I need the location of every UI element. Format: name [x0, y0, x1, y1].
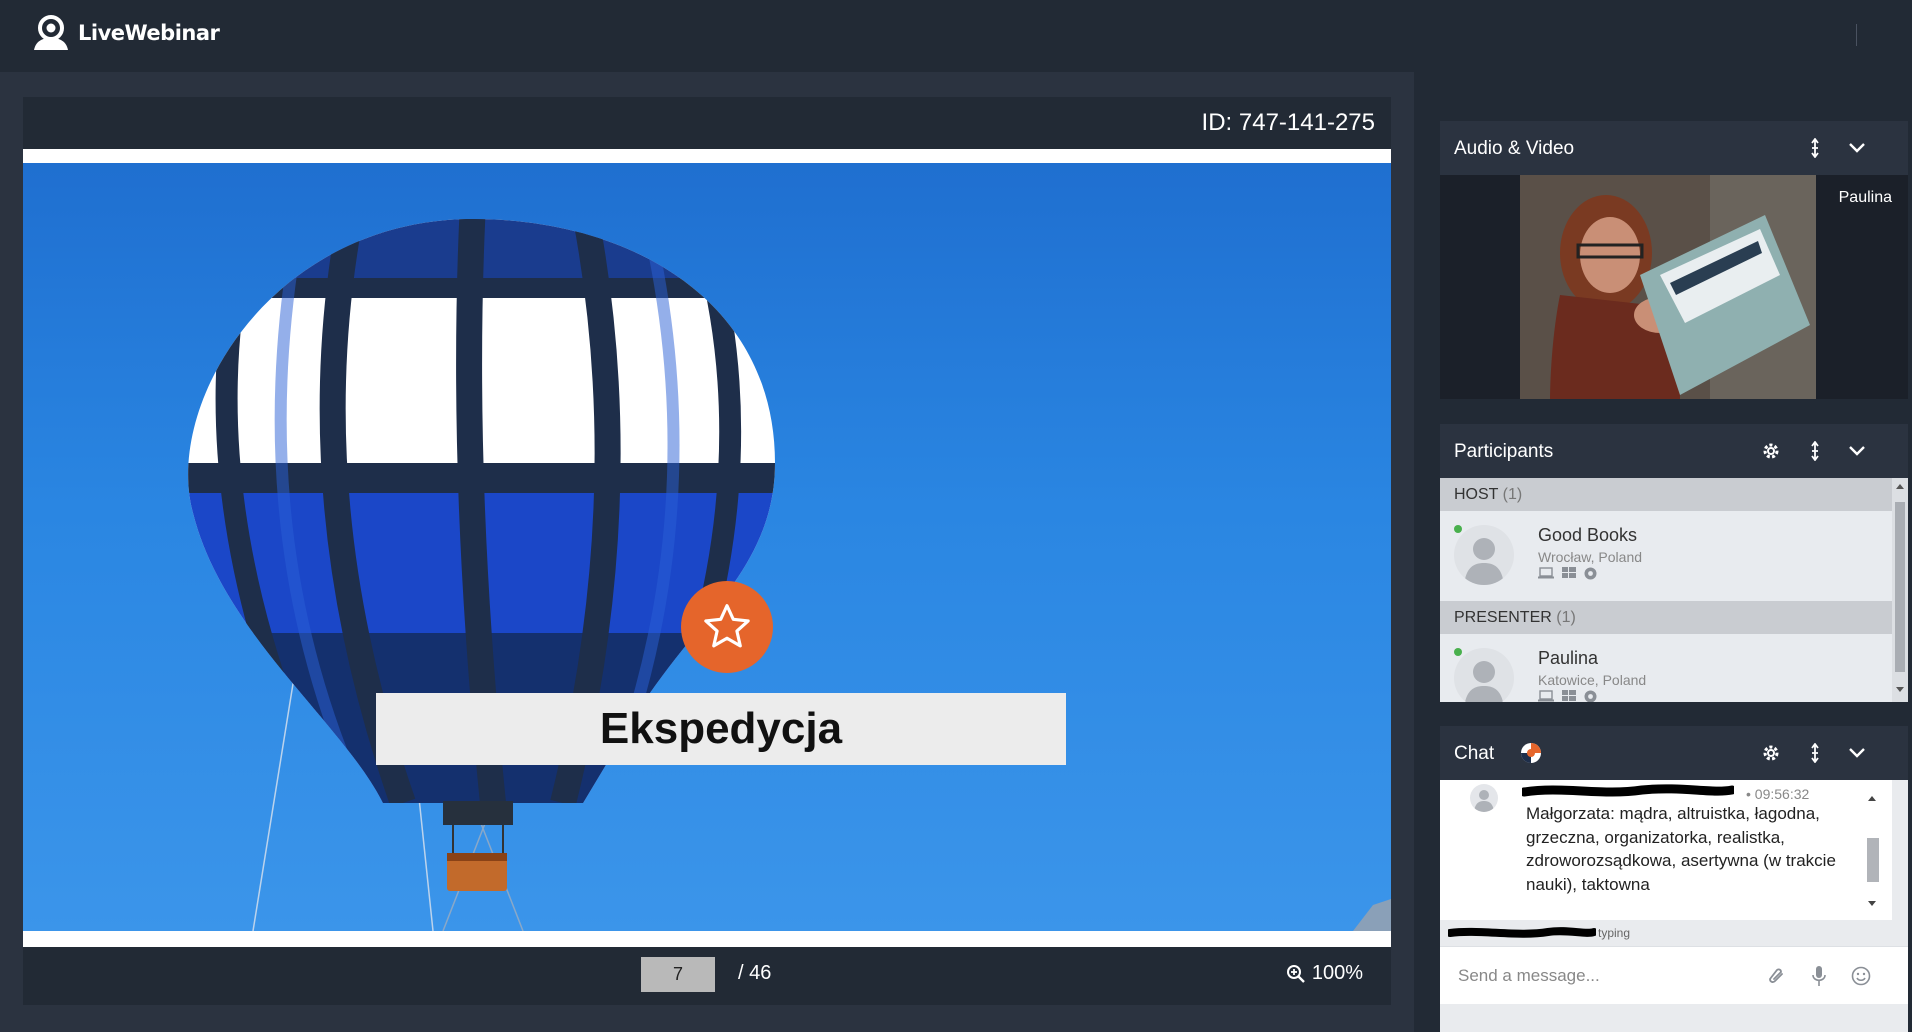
microphone-icon[interactable] [1808, 965, 1830, 987]
participants-title: Participants [1454, 441, 1554, 462]
top-bar: LiveWebinar [0, 0, 1912, 72]
gear-icon[interactable] [1760, 742, 1782, 764]
windows-icon [1562, 567, 1576, 578]
chat-panel: Chat • 09:56:32 Małgorzata: mądra, altru… [1440, 726, 1908, 1032]
participant-location: Katowice, Poland [1538, 672, 1647, 688]
laptop-icon [1538, 567, 1554, 579]
gear-icon[interactable] [1760, 440, 1782, 462]
chat-message-input[interactable] [1458, 961, 1758, 991]
slide-frame: Ekspedycja [23, 149, 1391, 947]
webcam-logo-icon [34, 15, 68, 50]
chevron-down-icon[interactable] [1846, 742, 1868, 764]
participants-header: Participants [1440, 424, 1908, 478]
windows-icon [1562, 690, 1576, 701]
participants-scrollbar[interactable] [1892, 478, 1908, 702]
group-header-host: HOST (1) [1440, 478, 1908, 511]
group-header-presenter: PRESENTER (1) [1440, 601, 1908, 634]
video-area: Paulina [1440, 175, 1908, 399]
chat-title: Chat [1454, 743, 1495, 764]
participant-name: Good Books [1538, 525, 1638, 545]
group-count: (1) [1502, 486, 1523, 503]
star-badge [681, 581, 773, 673]
scroll-down-icon[interactable] [1867, 900, 1877, 908]
typing-label: typing [1598, 926, 1631, 940]
hot-air-balloon-image [188, 219, 1391, 931]
brand-name: LiveWebinar [78, 21, 220, 45]
scrollbar-thumb[interactable] [1895, 502, 1905, 672]
redacted-typing-name [1448, 927, 1596, 938]
chrome-icon [1584, 567, 1597, 580]
participant-item[interactable]: Paulina Katowice, Poland [1440, 634, 1908, 702]
message-text: Małgorzata: mądra, altruistka, łagodna, … [1526, 804, 1836, 894]
slide: Ekspedycja [23, 163, 1391, 931]
participant-name: Paulina [1538, 648, 1599, 668]
drag-handle-icon[interactable] [1804, 742, 1826, 764]
zoom-level: 100% [1311, 962, 1363, 984]
scroll-down-icon[interactable] [1895, 686, 1905, 694]
group-count: (1) [1556, 609, 1576, 626]
participant-devices [1538, 690, 1597, 702]
message-time: • 09:56:32 [1746, 786, 1810, 802]
message-bubble: • 09:56:32 Małgorzata: mądra, altruistka… [1516, 780, 1854, 908]
audio-video-title: Audio & Video [1454, 138, 1575, 159]
laptop-icon [1538, 690, 1554, 702]
chat-messages: • 09:56:32 Małgorzata: mądra, altruistka… [1440, 780, 1908, 1032]
participants-list: HOST (1) Good Books Wrocław, Poland PRES… [1440, 478, 1908, 702]
chat-header: Chat [1440, 726, 1908, 780]
stage-area: ID: 747-141-275 Ekspedycja 7 / 46 100% [0, 72, 1414, 1032]
avatar [1470, 784, 1498, 812]
paperclip-icon[interactable] [1766, 965, 1788, 987]
chat-message: • 09:56:32 Małgorzata: mądra, altruistka… [1440, 780, 1892, 920]
chrome-icon [1584, 690, 1597, 702]
scrollbar-thumb[interactable] [1867, 838, 1879, 882]
participant-location: Wrocław, Poland [1538, 549, 1643, 565]
slide-title: Ekspedycja [599, 704, 843, 753]
chevron-down-icon[interactable] [1846, 440, 1868, 462]
participant-devices [1538, 567, 1597, 580]
participant-item[interactable]: Good Books Wrocław, Poland [1440, 511, 1908, 601]
chat-status-icon[interactable] [1520, 742, 1542, 764]
session-id: ID: 747-141-275 [1201, 109, 1375, 136]
online-status-dot [1454, 648, 1462, 656]
participants-panel: Participants HOST (1) Good Books Wrocław… [1440, 424, 1908, 702]
zoom-in-icon [1286, 964, 1305, 983]
video-presenter-name: Paulina [1838, 189, 1892, 206]
drag-handle-icon[interactable] [1804, 440, 1826, 462]
topbar-divider [1856, 24, 1857, 46]
group-label: PRESENTER [1454, 609, 1552, 626]
star-icon [704, 604, 750, 648]
emoji-icon[interactable] [1850, 965, 1872, 987]
page-total: / 46 [738, 962, 772, 984]
presentation-footer: / 46 100% [23, 947, 1391, 1005]
online-status-dot [1454, 525, 1462, 533]
page-number-input[interactable] [641, 957, 715, 992]
audio-video-panel: Audio & Video Paulina [1440, 121, 1908, 399]
scroll-up-icon[interactable] [1867, 794, 1877, 802]
side-panel: Audio & Video Paulina Participants HOST … [1414, 72, 1912, 1032]
presentation-header: ID: 747-141-275 [23, 97, 1391, 149]
audio-video-header: Audio & Video [1440, 121, 1908, 175]
avatar [1454, 648, 1514, 702]
drag-handle-icon[interactable] [1804, 137, 1826, 159]
logo[interactable]: LiveWebinar [30, 14, 220, 52]
zoom-control[interactable]: 100% [1286, 962, 1363, 985]
presentation-viewer: ID: 747-141-275 Ekspedycja 7 / 46 100% [23, 97, 1391, 1005]
scroll-up-icon[interactable] [1895, 482, 1905, 490]
presenter-video-feed[interactable] [1520, 175, 1816, 399]
chat-composer [1440, 946, 1908, 1004]
slide-title-box: Ekspedycja [376, 693, 1066, 765]
chat-scrollbar[interactable] [1862, 792, 1882, 912]
avatar [1454, 525, 1514, 585]
redacted-sender-name [1522, 784, 1734, 797]
chevron-down-icon[interactable] [1846, 137, 1868, 159]
group-label: HOST [1454, 486, 1499, 503]
